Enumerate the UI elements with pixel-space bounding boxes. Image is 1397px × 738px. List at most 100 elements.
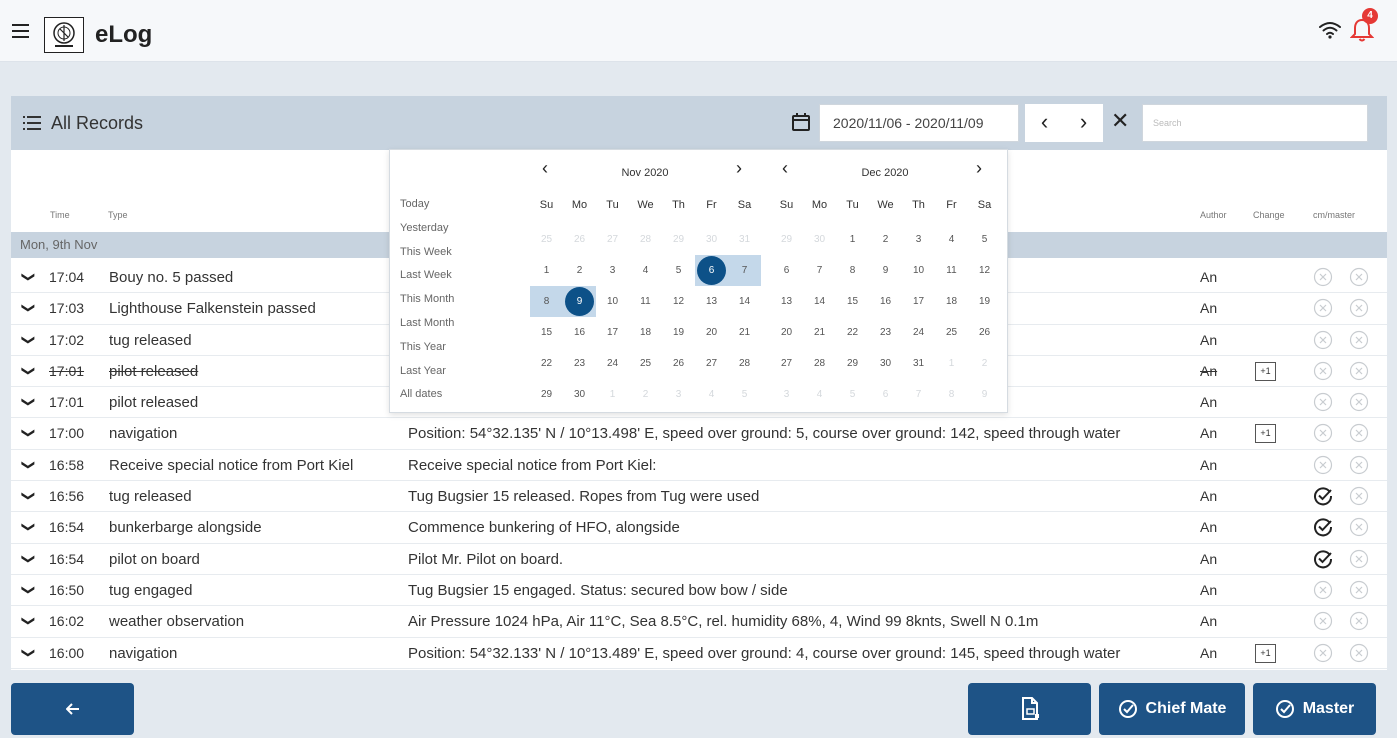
calendar-day[interactable]: 16 bbox=[869, 286, 902, 317]
calendar-day[interactable]: 15 bbox=[836, 286, 869, 317]
chief-mate-signed-check-icon[interactable] bbox=[1313, 486, 1333, 506]
chief-mate-signed-check-icon[interactable] bbox=[1313, 517, 1333, 537]
calendar-day[interactable]: 6 bbox=[770, 255, 803, 286]
calendar-day[interactable]: 29 bbox=[530, 379, 563, 410]
master-unsigned-x-icon[interactable] bbox=[1349, 517, 1369, 537]
calendar-day[interactable]: 14 bbox=[803, 286, 836, 317]
calendar-day[interactable]: 7 bbox=[803, 255, 836, 286]
calendar-day[interactable]: 25 bbox=[935, 317, 968, 348]
calendar-day[interactable]: 29 bbox=[836, 348, 869, 379]
preset-this-week[interactable]: This Week bbox=[400, 246, 454, 270]
expand-chevron-down-icon[interactable]: ❯ bbox=[20, 397, 36, 408]
calendar-day[interactable]: 4 bbox=[629, 255, 662, 286]
calendar-icon[interactable] bbox=[791, 112, 811, 132]
chief-mate-unsigned-x-icon[interactable] bbox=[1313, 330, 1333, 350]
preset-this-year[interactable]: This Year bbox=[400, 341, 454, 365]
calendar-day[interactable]: 11 bbox=[629, 286, 662, 317]
calendar-day[interactable]: 18 bbox=[629, 317, 662, 348]
chief-mate-unsigned-x-icon[interactable] bbox=[1313, 267, 1333, 287]
calendar-day[interactable]: 8 bbox=[836, 255, 869, 286]
calendar-day[interactable]: 4 bbox=[695, 379, 728, 410]
preset-last-year[interactable]: Last Year bbox=[400, 365, 454, 389]
calendar-day[interactable]: 3 bbox=[902, 224, 935, 255]
column-header-change[interactable]: Change bbox=[1253, 210, 1285, 220]
master-unsigned-x-icon[interactable] bbox=[1349, 455, 1369, 475]
preset-last-month[interactable]: Last Month bbox=[400, 317, 454, 341]
calendar-day[interactable]: 26 bbox=[563, 224, 596, 255]
calendar-day[interactable]: 28 bbox=[629, 224, 662, 255]
master-unsigned-x-icon[interactable] bbox=[1349, 486, 1369, 506]
search-input[interactable] bbox=[1142, 104, 1368, 142]
calendar-day[interactable]: 1 bbox=[935, 348, 968, 379]
expand-chevron-down-icon[interactable]: ❯ bbox=[20, 365, 36, 376]
calendar-day[interactable]: 21 bbox=[803, 317, 836, 348]
calendar-day[interactable]: 2 bbox=[629, 379, 662, 410]
expand-chevron-down-icon[interactable]: ❯ bbox=[20, 522, 36, 533]
expand-chevron-down-icon[interactable]: ❯ bbox=[20, 647, 36, 658]
calendar-day[interactable]: 12 bbox=[662, 286, 695, 317]
chief-mate-unsigned-x-icon[interactable] bbox=[1313, 392, 1333, 412]
prev-month-chevron-icon[interactable]: ‹ bbox=[542, 158, 548, 179]
calendar-day[interactable]: 30 bbox=[563, 379, 596, 410]
calendar-day[interactable]: 13 bbox=[770, 286, 803, 317]
calendar-day[interactable]: 2 bbox=[869, 224, 902, 255]
calendar-day[interactable]: 25 bbox=[629, 348, 662, 379]
master-unsigned-x-icon[interactable] bbox=[1349, 643, 1369, 663]
calendar-day[interactable]: 5 bbox=[662, 255, 695, 286]
calendar-day[interactable]: 4 bbox=[803, 379, 836, 410]
calendar-day[interactable]: 30 bbox=[869, 348, 902, 379]
master-unsigned-x-icon[interactable] bbox=[1349, 298, 1369, 318]
calendar-day[interactable]: 1 bbox=[530, 255, 563, 286]
calendar-day[interactable]: 24 bbox=[902, 317, 935, 348]
calendar-day[interactable]: 2 bbox=[563, 255, 596, 286]
expand-chevron-down-icon[interactable]: ❯ bbox=[20, 585, 36, 596]
table-row[interactable]: ❯ 16:00 navigation Position: 54°32.133' N /… bbox=[11, 638, 1387, 669]
calendar-day[interactable]: 6 bbox=[695, 255, 728, 286]
calendar-day[interactable]: 22 bbox=[530, 348, 563, 379]
master-unsigned-x-icon[interactable] bbox=[1349, 267, 1369, 287]
calendar-day[interactable]: 5 bbox=[968, 224, 1001, 255]
master-unsigned-x-icon[interactable] bbox=[1349, 330, 1369, 350]
expand-chevron-down-icon[interactable]: ❯ bbox=[20, 616, 36, 627]
expand-chevron-down-icon[interactable]: ❯ bbox=[20, 303, 36, 314]
calendar-day[interactable]: 17 bbox=[902, 286, 935, 317]
expand-chevron-down-icon[interactable]: ❯ bbox=[20, 459, 36, 470]
back-button[interactable] bbox=[11, 683, 134, 735]
export-pdf-button[interactable] bbox=[968, 683, 1091, 735]
column-header-time[interactable]: Time bbox=[50, 210, 70, 220]
calendar-day[interactable]: 23 bbox=[563, 348, 596, 379]
calendar-day[interactable]: 10 bbox=[902, 255, 935, 286]
next-month-chevron-icon[interactable]: › bbox=[736, 158, 742, 179]
calendar-day[interactable]: 8 bbox=[935, 379, 968, 410]
calendar-day[interactable]: 5 bbox=[728, 379, 761, 410]
calendar-day[interactable]: 29 bbox=[770, 224, 803, 255]
master-unsigned-x-icon[interactable] bbox=[1349, 611, 1369, 631]
calendar-day[interactable]: 3 bbox=[662, 379, 695, 410]
calendar-day[interactable]: 17 bbox=[596, 317, 629, 348]
expand-chevron-down-icon[interactable]: ❯ bbox=[20, 491, 36, 502]
calendar-day[interactable]: 26 bbox=[662, 348, 695, 379]
calendar-day[interactable]: 30 bbox=[803, 224, 836, 255]
calendar-day[interactable]: 23 bbox=[869, 317, 902, 348]
calendar-day[interactable]: 9 bbox=[563, 286, 596, 317]
chief-mate-unsigned-x-icon[interactable] bbox=[1313, 361, 1333, 381]
prev-range-chevron-icon[interactable]: ‹ bbox=[1025, 104, 1064, 142]
hamburger-menu-icon[interactable] bbox=[12, 24, 29, 39]
preset-last-week[interactable]: Last Week bbox=[400, 269, 454, 293]
expand-chevron-down-icon[interactable]: ❯ bbox=[20, 334, 36, 345]
expand-chevron-down-icon[interactable]: ❯ bbox=[20, 428, 36, 439]
chief-mate-sign-button[interactable]: Chief Mate bbox=[1099, 683, 1245, 735]
calendar-day[interactable]: 3 bbox=[596, 255, 629, 286]
calendar-day[interactable]: 28 bbox=[803, 348, 836, 379]
calendar-day[interactable]: 31 bbox=[728, 224, 761, 255]
column-header-type[interactable]: Type bbox=[108, 210, 128, 220]
table-row[interactable]: ❯ 16:50 tug engaged Tug Bugsier 15 engaged.… bbox=[11, 575, 1387, 607]
master-unsigned-x-icon[interactable] bbox=[1349, 361, 1369, 381]
calendar-day[interactable]: 14 bbox=[728, 286, 761, 317]
calendar-day[interactable]: 8 bbox=[530, 286, 563, 317]
calendar-day[interactable]: 10 bbox=[596, 286, 629, 317]
calendar-day[interactable]: 3 bbox=[770, 379, 803, 410]
master-sign-button[interactable]: Master bbox=[1253, 683, 1376, 735]
table-row[interactable]: ❯ 16:54 bunkerbarge alongside Commence bunk… bbox=[11, 512, 1387, 544]
master-unsigned-x-icon[interactable] bbox=[1349, 423, 1369, 443]
